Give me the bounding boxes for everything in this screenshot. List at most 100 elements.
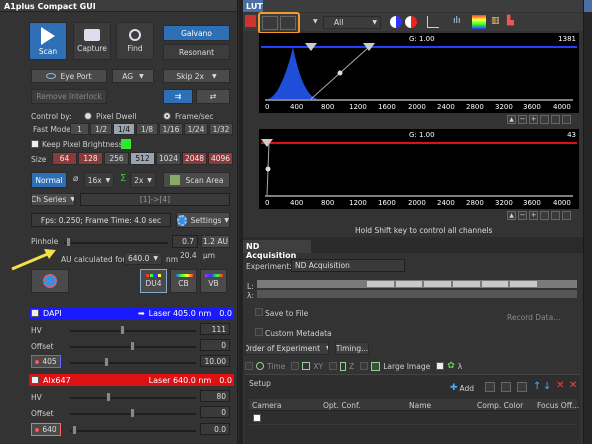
dapi-offset-value[interactable]: 0 (200, 339, 230, 351)
size-option-selected[interactable]: 512 (130, 152, 155, 165)
zoom-dropdown[interactable]: 16x ▼ (84, 172, 114, 188)
arrow-up-icon[interactable]: ▲ (507, 211, 516, 220)
column-header[interactable]: Camera (252, 401, 281, 410)
color-mode-red-icon[interactable] (405, 16, 417, 28)
remove-interlock-button[interactable]: Remove Interlock (31, 89, 107, 104)
pinhole-value[interactable]: 0.7 (172, 235, 198, 248)
cb-button[interactable]: CB (170, 269, 197, 293)
dapi-hv-value[interactable]: 111 (200, 323, 230, 335)
record-data-button[interactable]: Record Data... (507, 313, 560, 322)
alx647-checkbox[interactable] (31, 376, 39, 384)
channel-select-dropdown[interactable]: All ▼ (323, 16, 381, 29)
alx647-hv-slider-thumb[interactable] (106, 392, 111, 402)
au-calc-dropdown[interactable]: 640.0 ▼ (124, 252, 162, 265)
tab-time[interactable]: Time (267, 362, 285, 371)
time-checkbox[interactable] (245, 362, 253, 370)
column-header[interactable]: Focus Off... (537, 401, 579, 410)
unidirectional-scan-button[interactable]: ⇉ (163, 89, 193, 104)
alx647-power-slider-thumb[interactable] (72, 425, 77, 435)
dapi-offset-slider-thumb[interactable] (130, 341, 135, 351)
save-lut-icon[interactable]: ▙ (507, 16, 519, 28)
fast-mode-option[interactable]: 1/2 (90, 123, 112, 135)
pinhole-au-button[interactable]: 1.2 AU (201, 235, 230, 248)
arrow-right-icon[interactable] (551, 211, 560, 220)
dapi-power-value[interactable]: 10.00 (200, 355, 230, 367)
resonant-button[interactable]: Resonant (163, 44, 230, 60)
detector-setup-button[interactable] (31, 269, 69, 293)
dapi-hv-slider-thumb[interactable] (120, 325, 125, 335)
large-image-checkbox[interactable] (360, 362, 369, 370)
alx647-hv-value[interactable]: 80 (200, 390, 230, 402)
size-option[interactable]: 1024 (156, 152, 181, 165)
pixel-dwell-radio[interactable] (84, 112, 92, 120)
paste-icon[interactable] (517, 382, 527, 392)
curve-tool-icon[interactable] (427, 16, 439, 28)
zoom-in-icon[interactable]: + (529, 211, 538, 220)
fast-mode-option[interactable]: 1/8 (136, 123, 158, 135)
tab-large-image[interactable]: Large Image (383, 362, 430, 371)
dapi-power-slider-track[interactable] (70, 362, 196, 364)
ch-series-dropdown[interactable]: Ch Series ▼ (31, 193, 75, 206)
zoom-in-icon[interactable]: + (529, 115, 538, 124)
z-checkbox[interactable] (329, 362, 338, 370)
size-option[interactable]: 2048 (182, 152, 207, 165)
zoom-out-icon[interactable]: − (518, 115, 527, 124)
copy-icon[interactable] (501, 382, 511, 392)
histogram-plot-1[interactable]: G: 1.00 1381 0 400 800 1200 1600 2000 24… (259, 33, 579, 113)
frame-sec-radio[interactable] (163, 112, 171, 120)
fit-icon[interactable] (540, 115, 549, 124)
tab-xy[interactable]: XY (313, 362, 323, 371)
color-mode-icon[interactable] (390, 16, 402, 28)
column-header[interactable]: Name (409, 401, 431, 410)
size-option[interactable]: 4096 (208, 152, 233, 165)
fast-mode-option[interactable]: 1/16 (159, 123, 183, 135)
capture-button[interactable]: Capture (73, 22, 111, 60)
channel-alx647-header[interactable]: Alx647 Laser 640.0 nm 0.0 (29, 374, 234, 386)
fast-mode-option-selected[interactable]: 1/4 (113, 123, 135, 135)
order-of-experiment-dropdown[interactable]: Order of Experiment ▼ (245, 342, 329, 355)
normal-button[interactable]: Normal (31, 172, 67, 188)
lut-image-icon[interactable] (245, 15, 256, 27)
lambda-checkbox[interactable] (436, 362, 445, 370)
alx647-hv-slider-track[interactable] (70, 397, 196, 399)
pinhole-slider-track[interactable] (64, 242, 168, 244)
vb-button[interactable]: VB (200, 269, 227, 293)
size-option[interactable]: 64 (52, 152, 77, 165)
row-checkbox[interactable] (253, 414, 261, 422)
arrow-up-icon[interactable]: ▲ (507, 115, 516, 124)
histogram-plot-2[interactable]: G: 1.00 43 0 400 800 1200 1600 2000 2400… (259, 129, 579, 209)
dapi-checkbox[interactable] (31, 309, 39, 317)
size-option[interactable]: 256 (104, 152, 129, 165)
alx647-offset-value[interactable]: 0 (200, 406, 230, 418)
duplicate-icon[interactable] (485, 382, 495, 392)
size-option[interactable]: 128 (78, 152, 103, 165)
dapi-power-slider-thumb[interactable] (104, 357, 109, 367)
channel-dapi-header[interactable]: DAPI ➡ Laser 405.0 nm 0.0 (29, 307, 234, 319)
arrow-right-icon[interactable] (551, 115, 560, 124)
move-up-icon[interactable]: ↑ (533, 381, 541, 392)
keep-brightness-checkbox[interactable] (31, 140, 39, 148)
eye-port-button[interactable]: Eye Port (31, 69, 107, 83)
alx647-offset-slider-thumb[interactable] (130, 408, 135, 418)
right-dock-tab[interactable] (584, 0, 592, 12)
tab-lambda[interactable]: λ (458, 362, 462, 371)
lut-1-handle[interactable] (337, 70, 343, 76)
table-row[interactable] (249, 412, 577, 425)
du4-button[interactable]: DU4 (140, 269, 167, 293)
sum-dropdown[interactable]: 2x ▼ (130, 172, 156, 188)
add-button[interactable]: ✚ Add (450, 383, 474, 393)
nd-tab[interactable]: ND Acquisition (243, 240, 311, 260)
pinhole-slider-thumb[interactable] (66, 237, 71, 247)
fast-mode-option[interactable]: 1 (70, 123, 89, 135)
dapi-hv-slider-track[interactable] (70, 330, 196, 332)
delete-all-icon[interactable]: ✕ (569, 380, 577, 391)
xy-checkbox[interactable] (291, 362, 300, 370)
linear-curve-icon[interactable] (262, 16, 278, 30)
histogram-icon[interactable]: ılı (453, 16, 467, 28)
tab-z[interactable]: Z (349, 362, 354, 371)
timing-button[interactable]: Timing... (335, 342, 369, 355)
fit-icon[interactable] (540, 211, 549, 220)
galvano-button[interactable]: Galvano (163, 25, 230, 41)
fast-mode-option[interactable]: 1/24 (184, 123, 208, 135)
expand-icon[interactable] (562, 211, 571, 220)
